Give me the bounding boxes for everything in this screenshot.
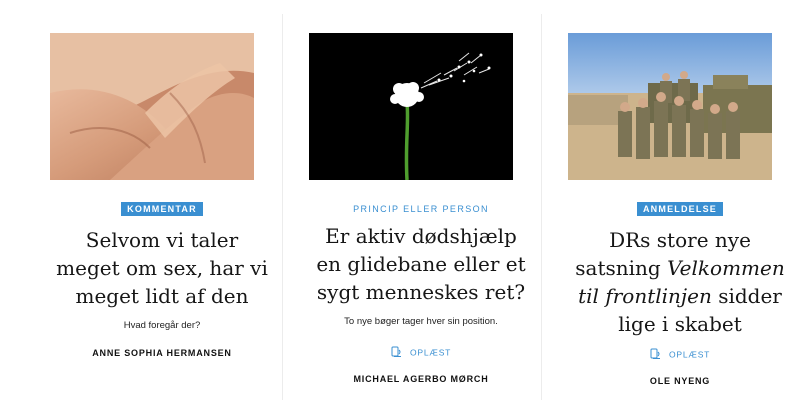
audio-icon	[391, 346, 403, 360]
listen-link[interactable]: OPLÆST	[301, 346, 541, 360]
article-card-3[interactable]: ANMELDELSE DRs store nye satsning Velkom…	[560, 0, 800, 400]
article-card-2[interactable]: PRINCIP ELLER PERSON Er aktiv dødshjælp …	[301, 0, 541, 400]
article-author[interactable]: ANNE SOPHIA HERMANSEN	[42, 348, 282, 358]
column-divider	[282, 14, 283, 400]
article-image[interactable]	[309, 33, 513, 180]
category-badge[interactable]: PRINCIP ELLER PERSON	[301, 202, 541, 216]
column-divider	[541, 14, 542, 400]
article-headline[interactable]: Selvom vi taler meget om sex, har vi meg…	[42, 226, 282, 310]
article-headline[interactable]: Er aktiv dødshjælp en glidebane eller et…	[301, 222, 541, 306]
listen-link[interactable]: OPLÆST	[560, 348, 800, 362]
audio-icon	[650, 348, 662, 362]
category-badge[interactable]: KOMMENTAR	[42, 202, 282, 216]
article-author[interactable]: MICHAEL AGERBO MØRCH	[301, 374, 541, 384]
article-image[interactable]	[568, 33, 772, 180]
article-headline[interactable]: DRs store nye satsning Velkommen til fro…	[560, 226, 800, 338]
article-card-1[interactable]: KOMMENTAR Selvom vi taler meget om sex, …	[42, 0, 282, 400]
article-author[interactable]: OLE NYENG	[560, 376, 800, 386]
article-subtitle: To nye bøger tager hver sin position.	[344, 316, 498, 327]
category-badge[interactable]: ANMELDELSE	[560, 202, 800, 216]
article-image[interactable]	[50, 33, 254, 180]
article-subtitle: Hvad foregår der?	[123, 320, 201, 331]
